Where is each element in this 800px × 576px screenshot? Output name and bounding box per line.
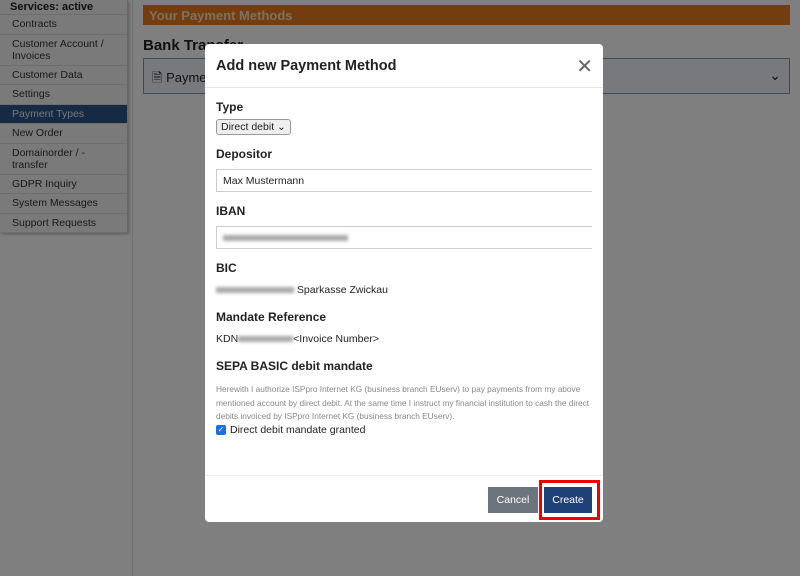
close-icon[interactable]: ✕ [576,54,593,79]
modal-title: Add new Payment Method [216,58,397,74]
type-label: Type [216,100,244,114]
checkbox-label: Direct debit mandate granted [230,423,366,436]
redacted-bic [216,287,294,294]
add-payment-modal: Add new Payment Method ✕ Type Direct debi… [205,44,603,522]
create-button[interactable]: Create [544,487,592,513]
iban-label: IBAN [216,204,246,218]
mandate-label: Mandate Reference [216,310,327,324]
bic-label: BIC [216,261,237,275]
depositor-input[interactable]: Max Mustermann [216,169,592,192]
cancel-button[interactable]: Cancel [488,487,538,513]
redacted-iban [223,235,348,242]
sepa-text: Herewith I authorize ISPpro Internet KG … [216,384,590,421]
sepa-label: SEPA BASIC debit mandate [216,359,373,373]
mandate-prefix: KDN [216,333,239,345]
mandate-suffix: <Invoice Number> [293,333,379,345]
depositor-label: Depositor [216,147,273,161]
mandate-checkbox[interactable]: ✓ [216,424,226,435]
bic-bank: Sparkasse Zwickau [296,284,388,296]
iban-input[interactable] [216,226,592,249]
type-select[interactable]: Direct debit ⌄ [216,119,291,135]
type-value: Direct debit [221,121,275,133]
redacted-customer-number [238,336,294,343]
